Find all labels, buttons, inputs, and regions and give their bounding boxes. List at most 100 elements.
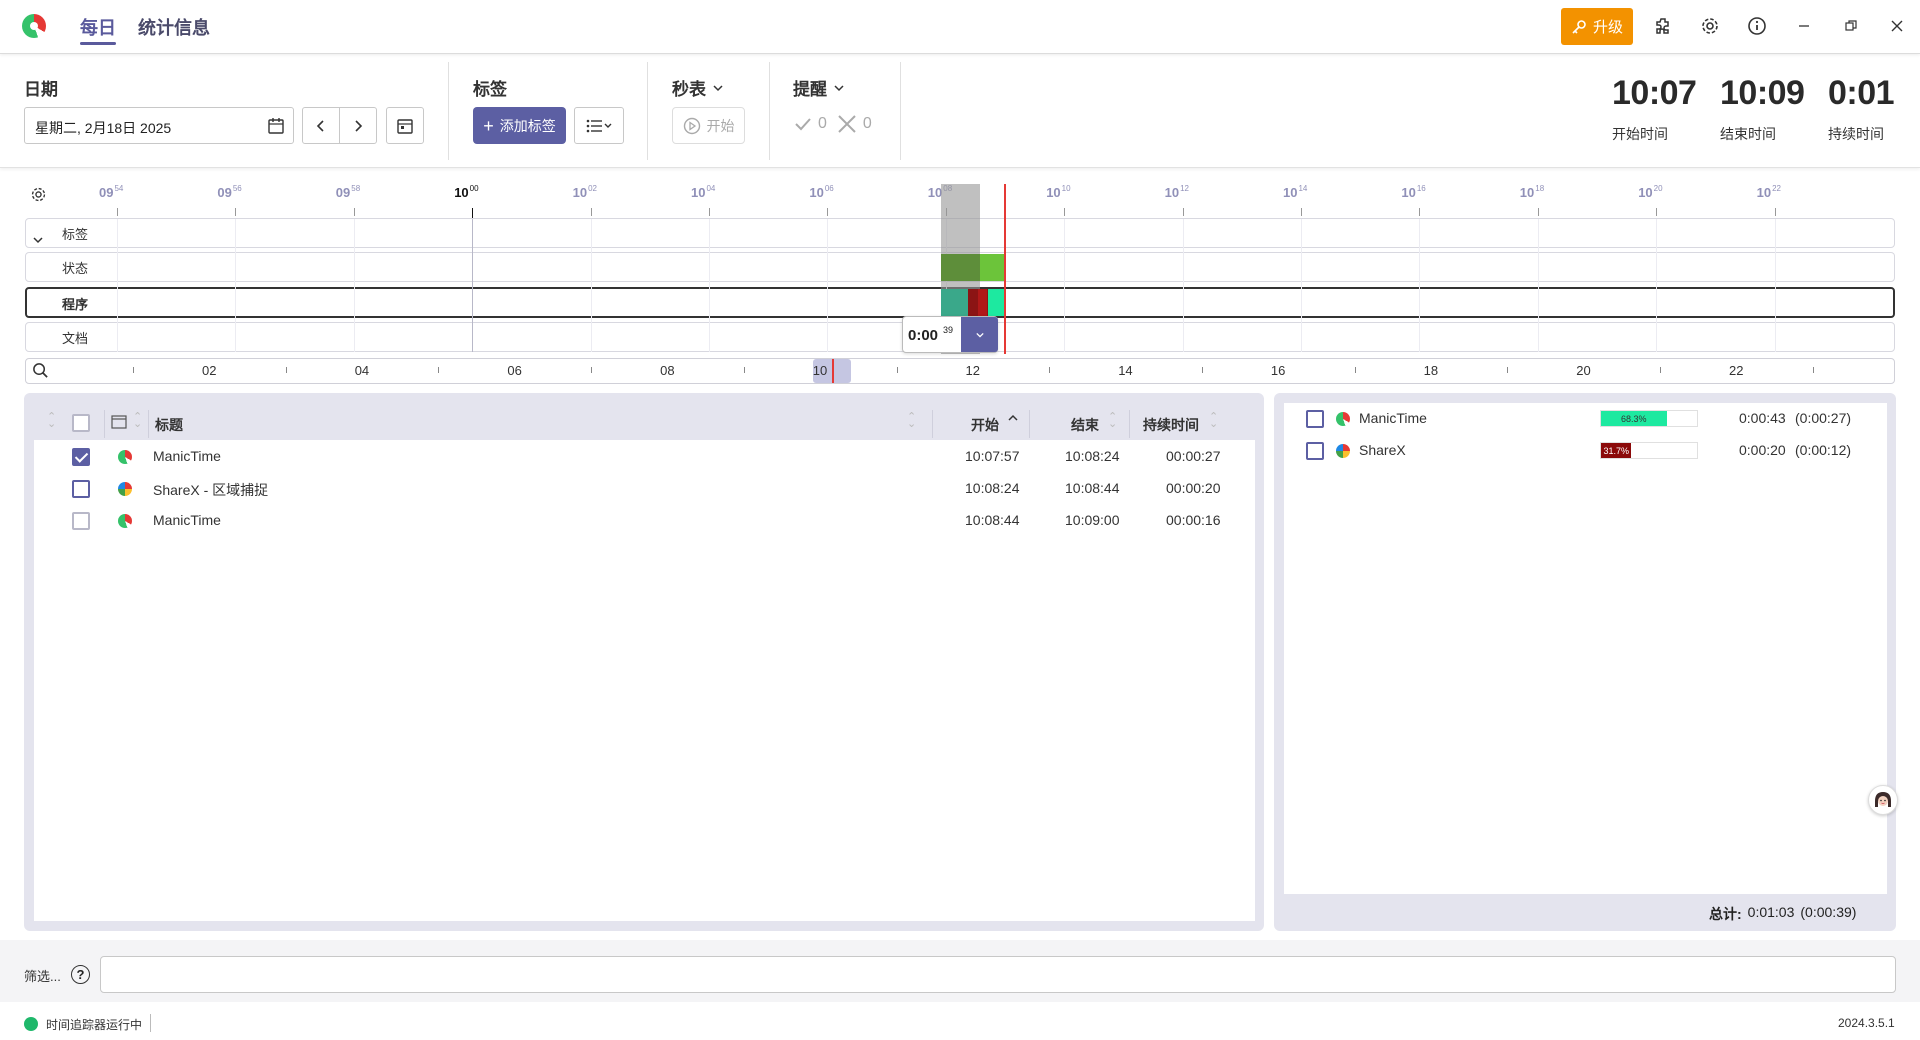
timeline-settings-gear-icon[interactable] [30, 186, 47, 208]
end-time-label: 结束时间 [1720, 126, 1776, 142]
timeline-tick-label: 1014 [1283, 184, 1308, 200]
help-icon[interactable]: ? [71, 965, 90, 984]
overview-tick [896, 367, 898, 373]
today-button[interactable] [386, 107, 424, 144]
column-header-start[interactable]: 开始 [971, 415, 999, 435]
summary-app-name: ManicTime [1359, 410, 1427, 426]
summary-checkbox[interactable] [1306, 410, 1324, 428]
add-tag-button[interactable]: + 添加标签 [473, 107, 566, 144]
column-divider [1129, 410, 1130, 438]
summary-percent-label: 31.7% [1603, 445, 1629, 456]
chevron-down-icon [834, 84, 844, 91]
timeline-tick-mark [472, 208, 474, 218]
window-icon [111, 415, 127, 429]
overview-hour-label: 22 [1729, 363, 1744, 378]
filter-label: 筛选... [24, 969, 61, 984]
timeline-tick-mark [1301, 208, 1302, 216]
app-block-sharex[interactable] [978, 289, 987, 316]
overview-hour-label: 18 [1423, 363, 1439, 378]
previous-day-button[interactable] [302, 107, 340, 144]
overview-tick [1201, 367, 1203, 373]
overview-hour-label: 12 [965, 363, 980, 378]
column-header-end[interactable]: 结束 [1071, 415, 1099, 435]
summary-percent-fill: 31.7% [1601, 443, 1632, 458]
sort-icon[interactable]: ⌃ ⌄ [1209, 412, 1218, 430]
status-block-active[interactable] [980, 254, 1005, 281]
summary-row[interactable]: ManicTime 68.3% 0:00:43 (0:00:27) [1284, 406, 1887, 432]
timeline-tick-mark [709, 208, 710, 216]
info-icon[interactable] [1745, 14, 1769, 38]
minimize-icon[interactable] [1792, 14, 1816, 38]
summary-row[interactable]: ShareX 31.7% 0:00:20 (0:00:12) [1284, 438, 1887, 464]
duration-label: 持续时间 [1828, 126, 1884, 142]
collapse-chevron-icon[interactable] [32, 232, 44, 250]
summary-checkbox[interactable] [1306, 442, 1324, 460]
timeline-gridline [353, 219, 355, 352]
calendar-icon[interactable] [267, 117, 285, 135]
date-picker-field[interactable]: 星期二, 2月18日 2025 [24, 107, 294, 144]
column-header-title[interactable]: 标题 [155, 415, 183, 435]
overview-tick [438, 367, 440, 373]
tab-statistics[interactable]: 统计信息 [138, 14, 210, 40]
column-divider [104, 410, 105, 438]
timeline-gridline [1419, 219, 1421, 352]
sort-icon[interactable]: ⌃ ⌄ [47, 412, 56, 430]
timeline-tick-label: 1006 [809, 184, 834, 200]
row-checkbox[interactable] [72, 480, 90, 498]
next-day-button[interactable] [339, 107, 377, 144]
day-overview-bar[interactable] [25, 358, 1895, 384]
select-all-checkbox[interactable] [72, 414, 90, 432]
popup-menu-button[interactable] [961, 317, 998, 352]
tab-daily[interactable]: 每日 [80, 14, 116, 45]
table-row[interactable]: ManicTime 10:07:57 10:08:24 00:00:27 [34, 443, 1255, 471]
summary-total: 0:00:43 [1739, 410, 1786, 426]
stopwatch-menu[interactable]: 秒表 [672, 75, 724, 100]
divider [647, 62, 648, 160]
plugins-icon[interactable] [1652, 14, 1676, 38]
restore-icon[interactable] [1839, 14, 1863, 38]
sort-icon[interactable]: ⌃ ⌄ [907, 412, 916, 430]
sort-ascending-icon[interactable] [1007, 410, 1019, 426]
table-row[interactable]: ShareX - 区域捕捉 10:08:24 10:08:44 00:00:20 [34, 475, 1255, 503]
stopwatch-label: 秒表 [672, 80, 706, 99]
overview-tick [591, 367, 593, 373]
close-icon[interactable] [1885, 14, 1909, 38]
current-time-marker [1004, 184, 1006, 354]
upgrade-button[interactable]: 升级 [1561, 8, 1633, 45]
overview-hour-label: 06 [507, 363, 522, 378]
filter-input[interactable] [100, 956, 1896, 993]
sort-icon[interactable]: ⌃ ⌄ [133, 412, 142, 430]
timeline-tick-label: 1020 [1638, 184, 1663, 200]
status-block-active[interactable] [941, 254, 980, 281]
settings-gear-icon[interactable] [1698, 14, 1722, 38]
app-block-manictime[interactable] [941, 289, 968, 316]
top-bar: 每日 统计信息 升级 [0, 0, 1920, 54]
tag-list-dropdown-button[interactable] [574, 107, 624, 144]
timeline-tick-label: 1000 [454, 184, 479, 200]
duration-value: 0:01 [1828, 74, 1895, 112]
row-checkbox[interactable] [72, 512, 90, 530]
stopwatch-start-button[interactable]: 开始 [672, 107, 745, 144]
timeline-gridline [709, 219, 710, 352]
search-icon[interactable] [32, 362, 49, 384]
timeline-tick-mark [827, 208, 829, 216]
column-header-duration[interactable]: 持续时间 [1143, 415, 1199, 435]
reminder-label: 提醒 [793, 80, 827, 99]
assistant-avatar-icon[interactable] [1868, 785, 1898, 815]
row-checkbox[interactable] [72, 448, 90, 466]
app-block-manictime[interactable] [988, 289, 1005, 316]
timeline-tick-label: 1004 [691, 184, 716, 200]
row-duration: 00:00:20 [1166, 480, 1221, 496]
tags-section-label: 标签 [473, 80, 507, 99]
reminder-menu[interactable]: 提醒 [793, 75, 845, 100]
table-row[interactable]: ManicTime 10:08:44 10:09:00 00:00:16 [34, 507, 1255, 535]
sort-icon[interactable]: ⌃ ⌄ [1108, 412, 1117, 430]
row-title: ManicTime [153, 448, 221, 464]
timeline-gridline [1537, 219, 1539, 352]
reminder-counts: 0 0 [793, 113, 872, 135]
timeline-gridline [1774, 219, 1776, 352]
summary-percent-bar: 68.3% [1600, 410, 1698, 427]
timeline-tick-label: 1018 [1519, 184, 1545, 200]
overview-tick [1660, 367, 1661, 373]
summary-total: 0:00:20 [1739, 442, 1786, 458]
